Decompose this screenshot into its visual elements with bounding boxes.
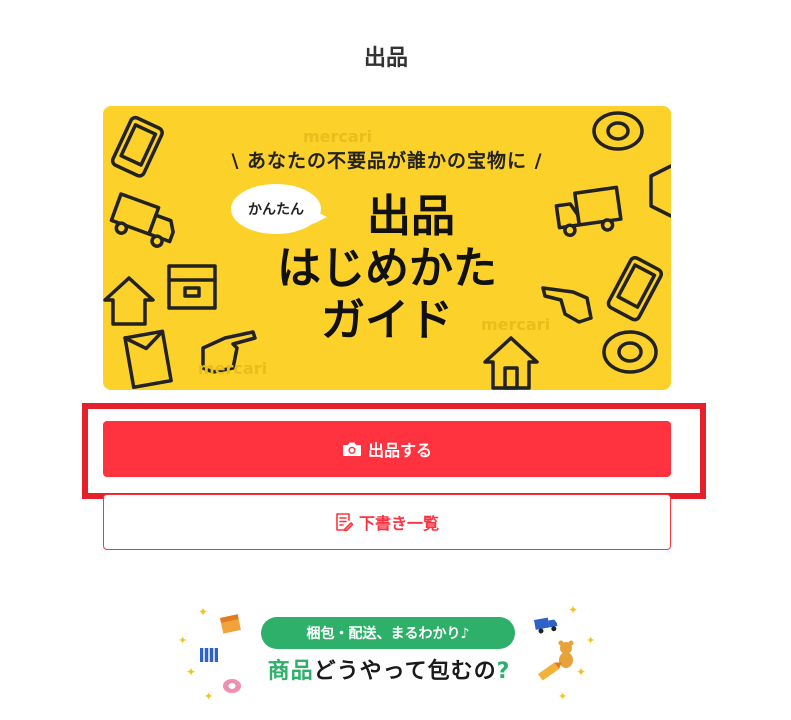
banner-heading-line2: はじめかた bbox=[277, 243, 497, 294]
watermark-text: mercari bbox=[198, 359, 267, 378]
box-icon bbox=[220, 614, 241, 634]
sparkle-icon: ✦ bbox=[198, 605, 208, 619]
drafts-list-label: 下書き一覧 bbox=[358, 514, 439, 533]
banner-heading-line3: ガイド bbox=[321, 295, 453, 346]
tape-icon bbox=[592, 111, 644, 151]
page-title: 出品 bbox=[363, 46, 408, 71]
sparkle-icon: ✦ bbox=[204, 690, 213, 703]
sparkle-icon: ✦ bbox=[576, 665, 586, 679]
cushioning-icon bbox=[200, 648, 218, 662]
banner-tagline: \ あなたの不要品が誰かの宝物に / bbox=[231, 150, 543, 172]
sparkle-icon: ✦ bbox=[558, 690, 567, 703]
question-mark: ? bbox=[496, 659, 511, 684]
guide-heading-text: どうやって包むの bbox=[313, 659, 497, 684]
sparkle-icon: ✦ bbox=[568, 603, 578, 617]
sparkle-icon: ✦ bbox=[186, 665, 196, 679]
list-item-button[interactable]: 出品する bbox=[103, 421, 671, 477]
listing-guide-banner[interactable]: mercari mercari mercari \ あなたの不要品が誰かの宝物に… bbox=[103, 106, 671, 390]
list-item-label: 出品する bbox=[367, 441, 432, 460]
packing-guide-banner[interactable]: ✦ ✦ ✦ ✦ ✦ ✦ ✦ ✦ 梱包・配送、まるわかり♪ 商品どうやって包むの? bbox=[176, 600, 600, 710]
truck-icon bbox=[534, 617, 558, 634]
banner-heading-line1: 出品 bbox=[367, 191, 455, 242]
note-edit-icon bbox=[336, 513, 353, 532]
sparkle-icon: ✦ bbox=[586, 634, 595, 647]
guide-heading-prefix: 商品 bbox=[267, 659, 314, 684]
sparkle-icon: ✦ bbox=[178, 634, 187, 647]
watermark-text: mercari bbox=[303, 127, 372, 146]
camera-icon bbox=[342, 442, 361, 456]
tape-icon bbox=[223, 679, 241, 693]
guide-subtitle-pill: 梱包・配送、まるわかり♪ bbox=[261, 617, 515, 649]
guide-heading: 商品どうやって包むの? bbox=[254, 653, 524, 685]
drafts-list-button[interactable]: 下書き一覧 bbox=[103, 494, 671, 550]
